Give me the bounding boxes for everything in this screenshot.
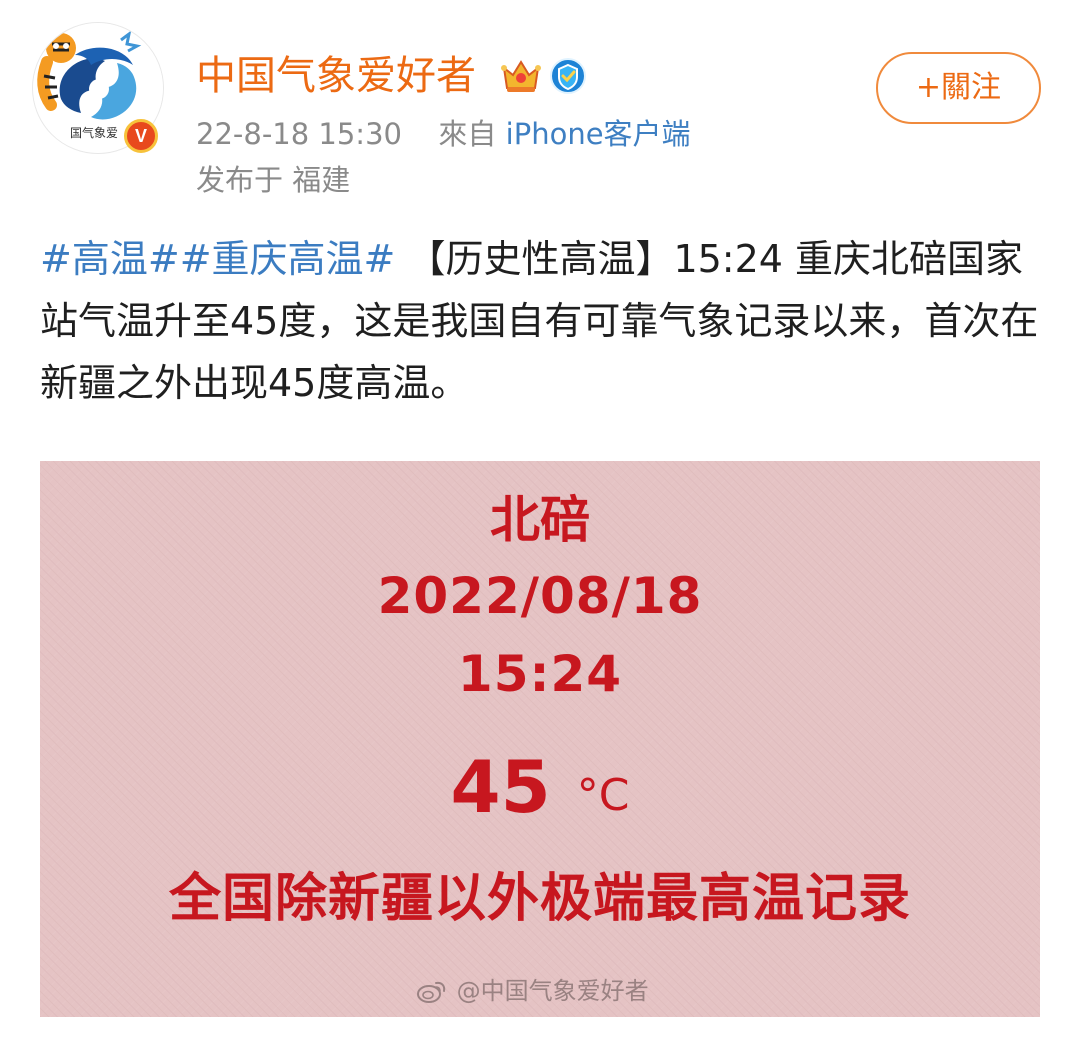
watermark-text: @中国气象爱好者 bbox=[456, 977, 649, 1005]
author-name[interactable]: 中国气象爱好者 bbox=[196, 48, 476, 104]
temperature-unit: °C bbox=[576, 770, 630, 821]
image-date: 2022/08/18 bbox=[377, 567, 703, 625]
verified-badge[interactable]: V bbox=[124, 119, 158, 153]
hashtag-chongqing-high-temp[interactable]: #重庆高温# bbox=[180, 237, 396, 281]
image-temperature: 45 °C bbox=[40, 747, 1040, 827]
image-watermark: @中国气象爱好者 bbox=[415, 973, 649, 1009]
weibo-icon bbox=[417, 981, 446, 1003]
source-prefix: 來自 bbox=[438, 117, 497, 151]
hashtag-high-temp[interactable]: #高温# bbox=[40, 237, 180, 281]
follow-button[interactable]: +關注 bbox=[876, 52, 1041, 124]
client-link[interactable]: iPhone客户端 bbox=[506, 117, 691, 151]
blue-shield-badge-icon[interactable] bbox=[549, 57, 587, 95]
image-place: 北碚 bbox=[490, 491, 590, 549]
image-time: 15:24 bbox=[457, 645, 623, 703]
post-image[interactable]: 北碚 2022/08/18 15:24 45 °C 全国除新疆以外极端最高温记录 … bbox=[40, 461, 1040, 1017]
avatar-caption: 国气象爱 bbox=[69, 126, 118, 140]
post-meta: 22-8-18 15:30 來自 iPhone客户端 bbox=[196, 114, 691, 154]
post-timestamp: 22-8-18 15:30 bbox=[196, 117, 402, 151]
post-text: #高温##重庆高温# 【历史性高温】15:24 重庆北碚国家站气温升至45度，这… bbox=[40, 228, 1040, 414]
temperature-value: 45 bbox=[450, 745, 551, 829]
crown-icon[interactable] bbox=[500, 56, 542, 96]
location-line: 发布于 福建 bbox=[196, 163, 351, 197]
record-caption: 全国除新疆以外极端最高温记录 bbox=[168, 869, 911, 929]
post-header: 国气象爱 V 中国气象爱好者 22-8-18 15:30 來自 iPhone客户… bbox=[0, 0, 1080, 210]
